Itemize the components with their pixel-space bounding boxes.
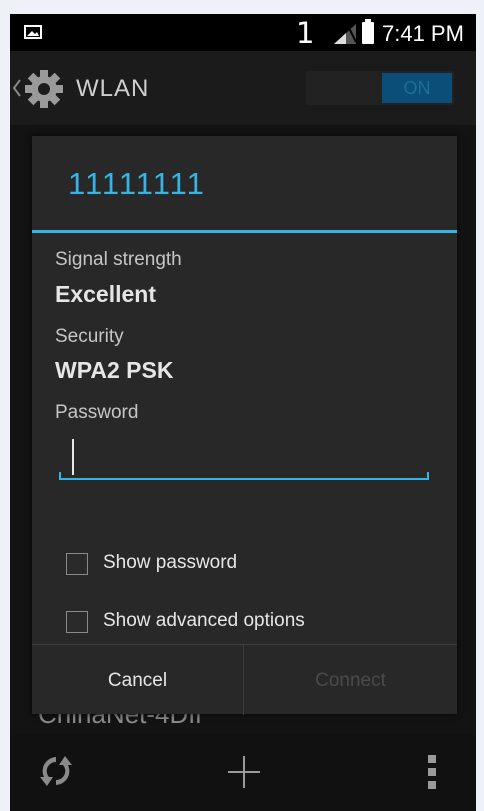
wifi-connect-dialog: 11111111 Signal strength Excellent Secur… [32, 136, 457, 715]
screenshot-icon [24, 25, 42, 39]
input-underline [59, 478, 429, 480]
battery-icon [362, 19, 374, 44]
back-chevron-icon[interactable] [12, 78, 22, 98]
status-time: 7:41 PM [382, 21, 464, 46]
dialog-title: 11111111 [68, 166, 206, 201]
checkbox-box[interactable] [66, 553, 88, 575]
phone-screen: 1 7:41 PM WLAN ON ChinaNet-4Dfi 11111111… [10, 14, 476, 811]
dialog-button-bar: Cancel Connect [32, 644, 457, 715]
security-label: Security [55, 326, 124, 347]
wlan-toggle-label: ON [382, 73, 452, 103]
password-label: Password [55, 402, 139, 423]
show-advanced-label: Show advanced options [103, 610, 305, 631]
status-bar: 1 7:41 PM [10, 14, 476, 51]
input-underline-left-tick [59, 472, 61, 480]
connect-button[interactable]: Connect [244, 645, 457, 715]
show-password-label: Show password [103, 552, 238, 573]
bottom-action-bar [10, 735, 476, 811]
signal-icon [334, 24, 356, 44]
action-bar: WLAN ON [10, 51, 476, 125]
signal-strength-label: Signal strength [55, 249, 182, 270]
add-icon[interactable] [226, 754, 262, 790]
scan-icon[interactable] [38, 753, 74, 789]
text-cursor [72, 439, 74, 475]
signal-strength-value: Excellent [55, 281, 156, 307]
settings-gear-icon[interactable] [24, 69, 64, 109]
password-input[interactable] [59, 436, 429, 480]
security-value: WPA2 PSK [55, 357, 174, 383]
page-title: WLAN [76, 75, 150, 102]
cancel-button[interactable]: Cancel [32, 645, 243, 715]
input-underline-right-tick [427, 472, 429, 480]
title-divider [32, 230, 457, 233]
overflow-menu-icon[interactable] [428, 755, 436, 789]
sim-slot-indicator: 1 [296, 16, 315, 50]
checkbox-box[interactable] [66, 611, 88, 633]
wlan-toggle[interactable]: ON [306, 71, 454, 105]
